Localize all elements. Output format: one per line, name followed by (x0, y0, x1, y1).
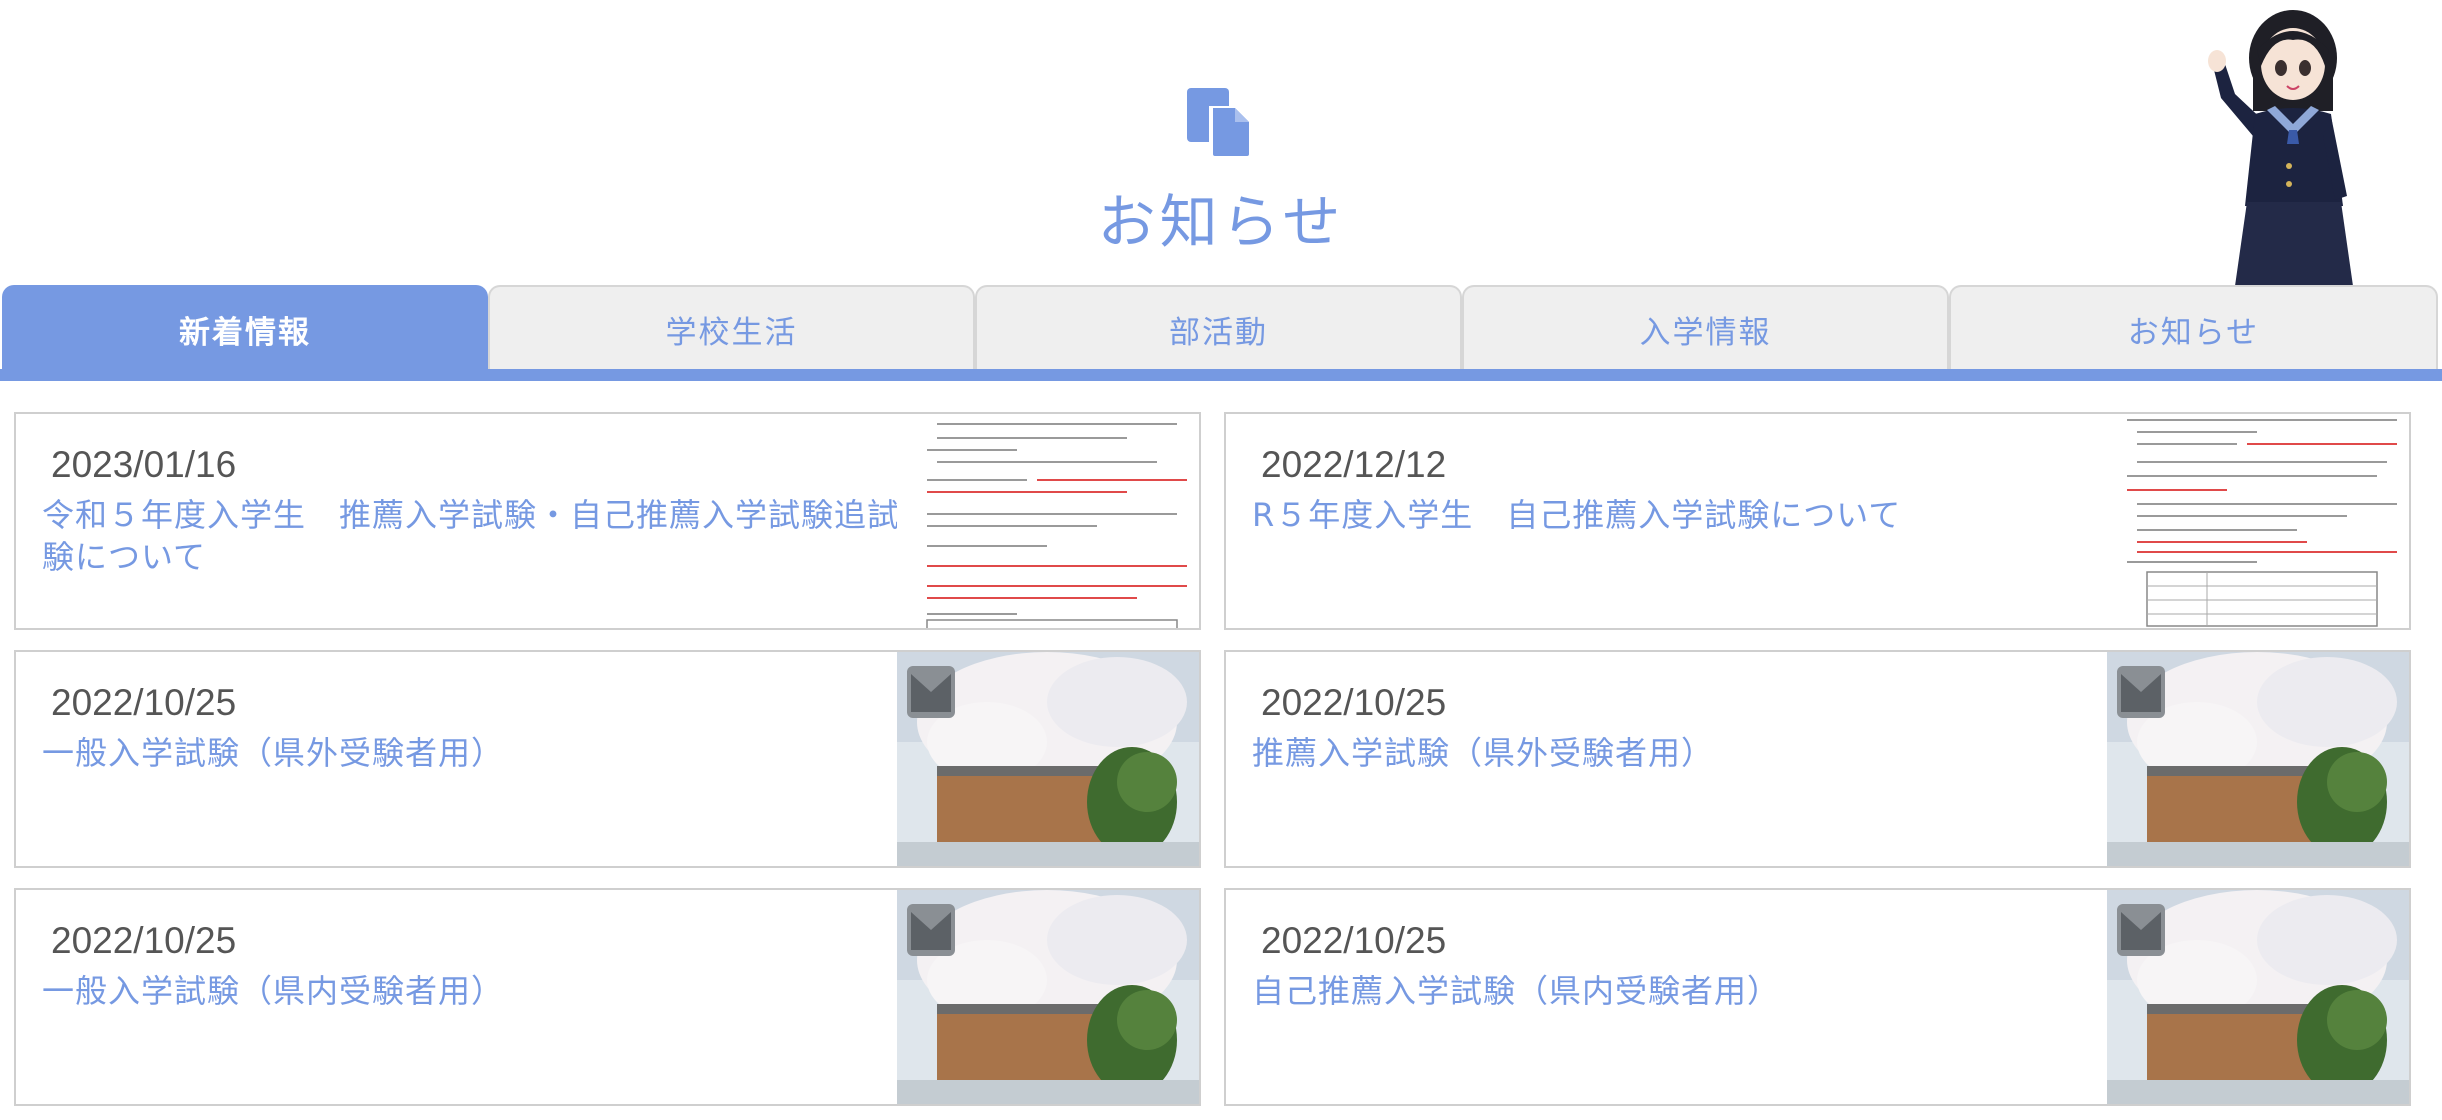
tab-school-life[interactable]: 学校生活 (488, 285, 975, 371)
news-title[interactable]: 一般入学試験（県外受験者用） (42, 732, 902, 774)
news-date: 2022/12/12 (1261, 444, 1447, 485)
document-icon (1187, 88, 1251, 160)
tab-latest[interactable]: 新着情報 (2, 285, 488, 371)
schoolgirl-mascot (2208, 10, 2353, 286)
news-card[interactable]: 2022/10/25 推薦入学試験（県外受験者用） (1224, 650, 2411, 868)
school-cherry-blossom-photo (2107, 890, 2409, 1104)
school-cherry-blossom-photo (897, 890, 1199, 1104)
news-date: 2022/10/25 (1261, 920, 1447, 961)
news-date: 2023/01/16 (51, 444, 237, 485)
tab-underline (0, 369, 2442, 381)
document-scan-thumbnail (897, 414, 1199, 628)
tab-admission-info[interactable]: 入学情報 (1462, 285, 1949, 371)
news-card[interactable]: 2022/10/25 自己推薦入学試験（県内受験者用） (1224, 888, 2411, 1106)
news-date: 2022/10/25 (51, 682, 237, 723)
tab-club-activities[interactable]: 部活動 (975, 285, 1462, 371)
news-card[interactable]: 2022/12/12 R５年度入学生 自己推薦入学試験について (1224, 412, 2411, 630)
news-title[interactable]: 令和５年度入学生 推薦入学試験・自己推薦入学試験追試験について (42, 494, 902, 578)
news-title[interactable]: R５年度入学生 自己推薦入学試験について (1252, 494, 2112, 536)
news-date: 2022/10/25 (1261, 682, 1447, 723)
news-card[interactable]: 2022/10/25 一般入学試験（県外受験者用） (14, 650, 1201, 868)
news-date: 2022/10/25 (51, 920, 237, 961)
news-card[interactable]: 2022/10/25 一般入学試験（県内受験者用） (14, 888, 1201, 1106)
tab-notices[interactable]: お知らせ (1949, 285, 2438, 371)
school-cherry-blossom-photo (897, 652, 1199, 866)
page-title: お知らせ (1097, 188, 1345, 256)
school-cherry-blossom-photo (2107, 652, 2409, 866)
page-header: お知らせ (0, 0, 2442, 285)
news-card[interactable]: 2023/01/16 令和５年度入学生 推薦入学試験・自己推薦入学試験追試験につ… (14, 412, 1201, 630)
news-title[interactable]: 推薦入学試験（県外受験者用） (1252, 732, 2112, 774)
news-title[interactable]: 一般入学試験（県内受験者用） (42, 970, 902, 1012)
category-tabs: 新着情報 学校生活 部活動 入学情報 お知らせ (0, 285, 2442, 381)
document-scan-thumbnail (2107, 414, 2409, 628)
news-title[interactable]: 自己推薦入学試験（県内受験者用） (1252, 970, 2112, 1012)
